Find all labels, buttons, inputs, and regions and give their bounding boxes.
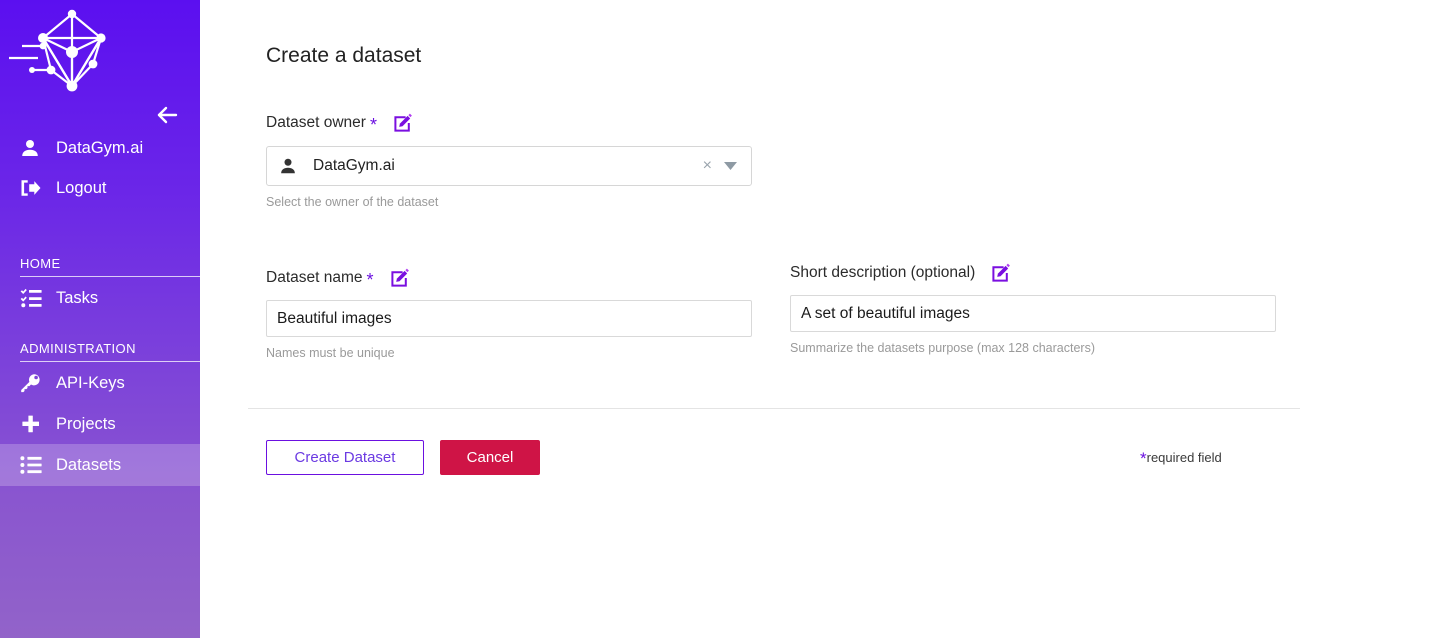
edit-pencil-icon[interactable] [991,263,1011,282]
dataset-description-label: Short description (optional) [790,263,1276,282]
app-root: DataGym.ai Logout HOME Tasks ADMINISTRAT… [0,0,1446,638]
sidebar-account[interactable]: DataGym.ai [0,128,200,168]
dataset-description-input[interactable] [790,295,1276,332]
logout-icon [20,178,48,198]
main-content: Create a dataset Dataset owner * DataGym… [200,0,1446,638]
dataset-owner-label-text: Dataset owner [266,113,366,131]
required-field-note: * required field [1140,449,1222,468]
sidebar-item-tasks-label: Tasks [56,288,99,307]
required-asterisk: * [369,114,377,135]
dataset-owner-field: Dataset owner * DataGym.ai × Select the … [266,113,752,209]
sidebar-item-api-keys[interactable]: API-Keys [0,362,200,404]
dataset-description-label-text: Short description (optional) [790,263,976,281]
sidebar-account-label: DataGym.ai [56,138,144,157]
section-divider [248,408,1300,409]
dataset-owner-select[interactable]: DataGym.ai × [266,146,752,186]
sidebar-logout[interactable]: Logout [0,168,200,208]
required-asterisk: * [1140,449,1147,468]
sidebar-section-administration: ADMINISTRATION [20,341,200,362]
sidebar-item-tasks[interactable]: Tasks [0,277,200,319]
required-field-note-text: required field [1146,450,1222,465]
checklist-icon [20,288,50,308]
list-icon [20,455,50,475]
dataset-owner-hint: Select the owner of the dataset [266,195,439,209]
form-actions: Create Dataset Cancel [266,440,540,475]
dataset-name-hint: Names must be unique [266,346,395,360]
sidebar: DataGym.ai Logout HOME Tasks ADMINISTRAT… [0,0,200,638]
person-icon [20,138,48,158]
sidebar-item-projects[interactable]: Projects [0,403,200,445]
sidebar-section-home: HOME [20,256,200,277]
edit-pencil-icon[interactable] [393,113,412,132]
datagym-logo[interactable] [4,2,114,94]
edit-pencil-icon[interactable] [390,268,409,287]
dataset-description-hint: Summarize the datasets purpose (max 128 … [790,341,1095,355]
dataset-name-input[interactable] [266,300,752,337]
person-icon [279,157,297,175]
sidebar-item-api-keys-label: API-Keys [56,373,125,392]
dataset-description-field: Short description (optional) Summarize t… [790,263,1276,355]
dataset-name-field: Dataset name * Names must be unique [266,268,752,360]
key-icon [20,373,50,393]
page-title: Create a dataset [266,44,422,67]
cancel-button[interactable]: Cancel [440,440,540,475]
chevron-down-icon[interactable] [720,161,745,171]
back-arrow-icon [157,106,178,124]
dataset-owner-label: Dataset owner * [266,113,752,135]
plus-icon [20,414,50,434]
required-asterisk: * [366,269,374,290]
sidebar-item-datasets[interactable]: Datasets [0,444,200,486]
clear-selection-icon[interactable]: × [695,158,720,174]
sidebar-item-projects-label: Projects [56,414,116,433]
create-dataset-button[interactable]: Create Dataset [266,440,424,475]
dataset-owner-value: DataGym.ai [313,157,395,174]
sidebar-item-datasets-label: Datasets [56,455,122,474]
dataset-name-label-text: Dataset name [266,268,363,286]
dataset-name-label: Dataset name * [266,268,752,290]
sidebar-logout-label: Logout [56,178,107,197]
